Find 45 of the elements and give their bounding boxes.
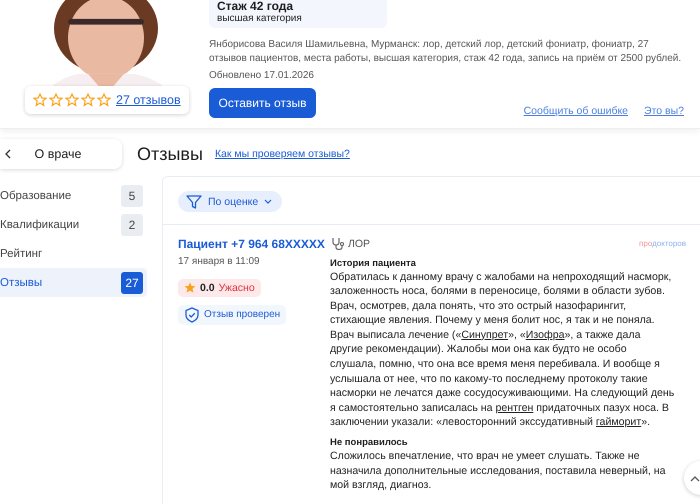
review-date: 17 января в 11:09 (178, 256, 261, 266)
star-icon (65, 93, 79, 107)
leave-review-button[interactable]: Оставить отзыв (209, 88, 316, 118)
star-icon (97, 93, 111, 107)
stethoscope-icon (330, 236, 344, 250)
section-title: Отзывы (137, 144, 203, 164)
chevron-up-icon (690, 474, 700, 482)
reviews-link[interactable]: 27 отзывов (116, 93, 181, 107)
footer-link[interactable]: Сообщить об ошибке (524, 105, 628, 117)
term-link[interactable]: Синупрет (461, 328, 508, 341)
sidebar-item[interactable]: Рейтинг (0, 239, 147, 268)
star-icon (49, 93, 63, 107)
review-text: Обратилась к данному врачу с жалобами на непроходящий насморк, заложенность носа, болями в переносице, болями в области зубов. Врач, осмотрев, дала понять, что это острый назофарингит, стихающие явления. Почему у меня болит нос, я так и не поняла. Врач выписала лечение («Синупрет», «Изофра», а также дала другие рекомендации). Жалобы мои она как будто не особо слушала, помню, что она все время меня перебивала. И вообще я услышала от нее, что по какому-то последнему протоколу такие насморки не лечатся даже сосудосуживающими. На следующий день я самостоятельно записалась на рентген придаточных пазух носа. В заключении указали: «левосторонний экссудативный гайморит». (330, 270, 675, 430)
specialty-label: ЛОР (348, 238, 370, 250)
doctor-description: Янборисова Василя Шамильевна, Мурманск: лор, детский лор, детский фониатр, фониатр, 27 отзывов пациентов, места работы, высшая категория, стаж 42 года, запись на приём от 2500 рублей. (209, 38, 682, 66)
review-text: Сложилось впечатление, что врач не умеет слушать. Также не назначила дополнительные исследования, поставила неверный, на мой взгляд, диагноз. (330, 449, 667, 493)
sidebar-item[interactable]: Образование 5 (0, 181, 147, 210)
term-link[interactable]: Изофра (526, 328, 565, 341)
count-badge: 2 (121, 214, 143, 236)
filter-icon (186, 194, 202, 210)
footer-link[interactable]: Это вы? (644, 105, 684, 117)
section-heading: Не понравилось (330, 437, 409, 448)
term-link[interactable]: гайморит (596, 416, 642, 428)
filter-dropdown[interactable]: По оценке (178, 191, 282, 212)
section-heading: История пациента (330, 258, 417, 268)
updated-date: Обновлено 17.01.2026 (209, 70, 315, 81)
star-icon (184, 282, 196, 294)
sidebar-item[interactable]: Отзывы 27 (0, 268, 147, 297)
chevron-down-icon (264, 199, 272, 204)
verified-badge: Отзыв проверен (178, 304, 286, 324)
count-badge: 27 (121, 272, 143, 294)
chevron-left-icon (4, 149, 12, 159)
star-icon (81, 93, 95, 107)
back-button[interactable]: О враче (0, 139, 122, 169)
category-text: высшая категория (217, 13, 303, 25)
shield-check-icon (184, 306, 200, 322)
count-badge: 5 (121, 184, 143, 206)
help-link[interactable]: Как мы проверяем отзывы? (214, 148, 350, 160)
term-link[interactable]: рентген (495, 402, 534, 414)
rating-badge: 0.0 Ужасно (178, 278, 261, 296)
experience-text: Стаж 42 года (217, 0, 294, 13)
author-name[interactable]: Пациент +7 964 68XXXXX (178, 236, 330, 250)
star-icon (33, 93, 47, 107)
sidebar-item[interactable]: Квалификации 2 (0, 210, 147, 239)
source-logo: продокторов (639, 239, 686, 248)
